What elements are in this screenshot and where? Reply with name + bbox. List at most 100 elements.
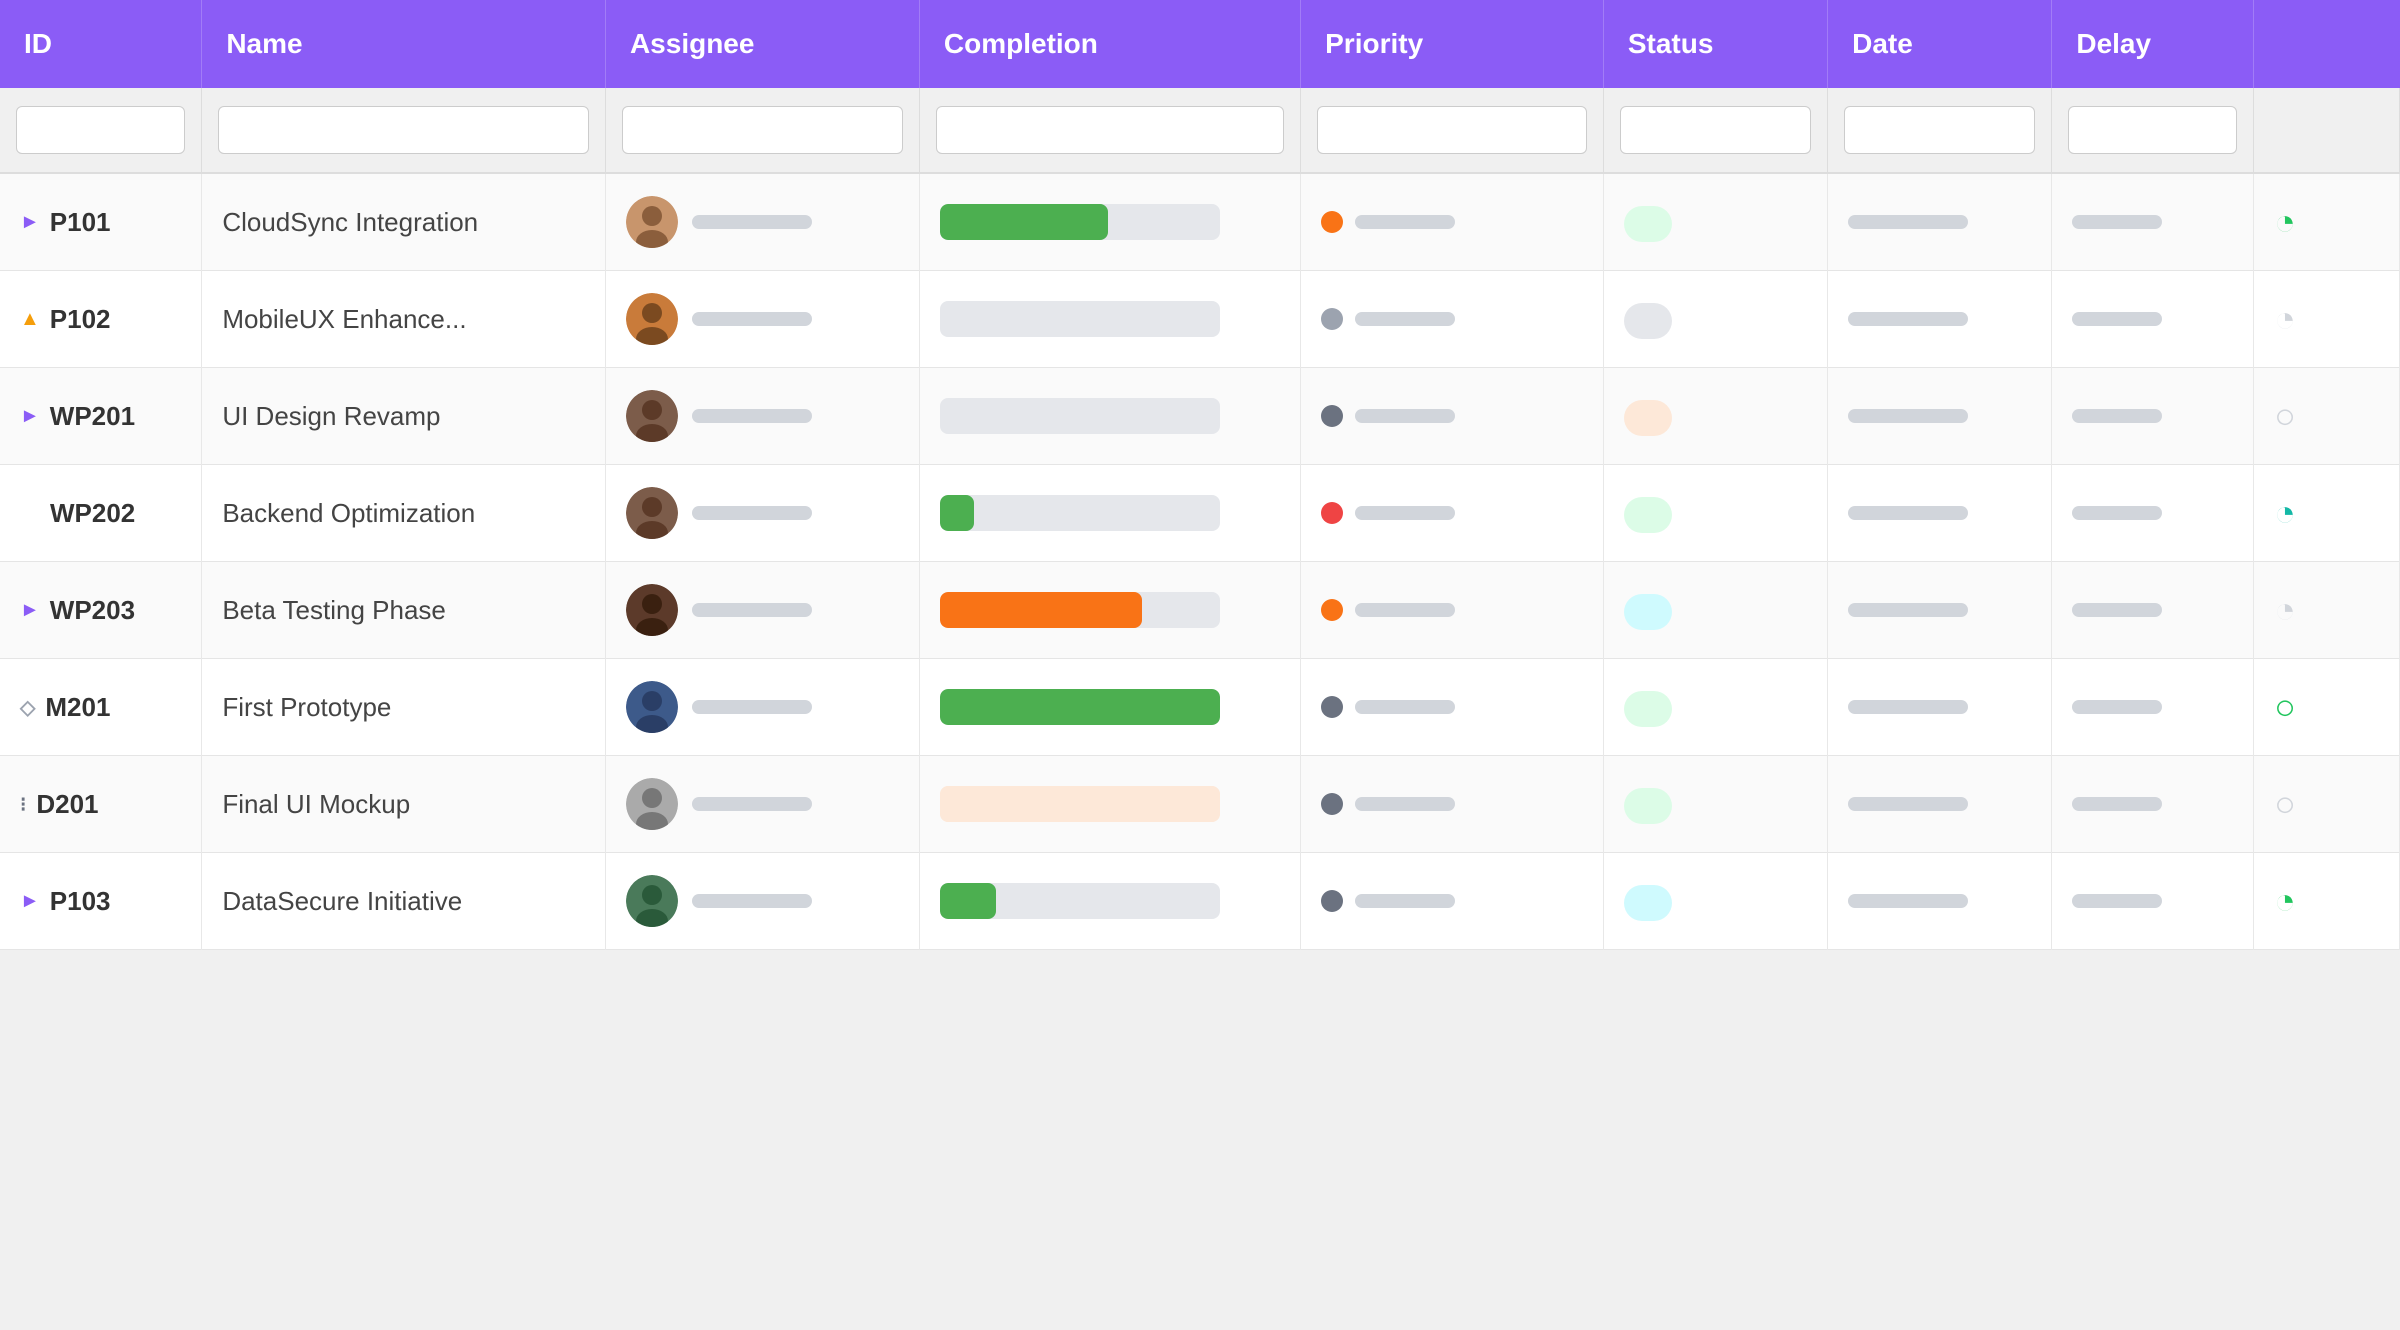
col-header-status[interactable]: Status bbox=[1603, 0, 1827, 88]
row-name: First Prototype bbox=[222, 692, 391, 722]
action-cell[interactable]: ◔ bbox=[2254, 271, 2400, 368]
filter-priority[interactable] bbox=[1317, 106, 1587, 154]
filter-date[interactable] bbox=[1844, 106, 2035, 154]
assignee-cell bbox=[605, 271, 919, 368]
warning-icon: ▲ bbox=[20, 308, 40, 331]
priority-cell bbox=[1301, 659, 1604, 756]
assignee-name-bar bbox=[692, 312, 812, 326]
date-bar bbox=[1848, 215, 1968, 229]
row-id: WP202 bbox=[50, 498, 135, 529]
filter-status[interactable] bbox=[1620, 106, 1811, 154]
assignee-name-bar bbox=[692, 894, 812, 908]
action-icon[interactable]: ◔ bbox=[2274, 880, 2296, 921]
main-table-wrapper: ID Name Assignee Completion Priority Sta… bbox=[0, 0, 2400, 950]
avatar bbox=[626, 584, 678, 636]
action-icon[interactable]: ◔ bbox=[2274, 201, 2296, 242]
status-badge bbox=[1624, 206, 1672, 242]
action-cell[interactable]: ◔ bbox=[2254, 173, 2400, 271]
filter-delay[interactable] bbox=[2068, 106, 2237, 154]
expand-icon: ► bbox=[20, 599, 40, 622]
id-cell-M201[interactable]: ◇ M201 bbox=[0, 659, 202, 756]
id-cell-P102[interactable]: ▲ P102 bbox=[0, 271, 202, 368]
col-header-completion[interactable]: Completion bbox=[919, 0, 1300, 88]
filter-completion[interactable] bbox=[936, 106, 1284, 154]
action-cell[interactable]: ○ bbox=[2254, 659, 2400, 756]
id-cell-P101[interactable]: ► P101 bbox=[0, 173, 202, 271]
status-badge bbox=[1624, 885, 1672, 921]
assignee-name-bar bbox=[692, 797, 812, 811]
status-badge bbox=[1624, 691, 1672, 727]
row-id: M201 bbox=[45, 692, 110, 723]
priority-dot bbox=[1321, 696, 1343, 718]
expand-icon: ► bbox=[20, 211, 40, 234]
assignee-name-bar bbox=[692, 506, 812, 520]
name-cell: Backend Optimization bbox=[202, 465, 606, 562]
col-header-assignee[interactable]: Assignee bbox=[605, 0, 919, 88]
action-cell[interactable]: ○ bbox=[2254, 368, 2400, 465]
expand-icon: ► bbox=[20, 890, 40, 913]
delay-bar bbox=[2072, 700, 2162, 714]
status-cell bbox=[1603, 465, 1827, 562]
delay-cell bbox=[2052, 465, 2254, 562]
id-cell-D201[interactable]: ⁝ D201 bbox=[0, 756, 202, 853]
action-icon[interactable]: ◔ bbox=[2274, 589, 2296, 630]
col-header-date[interactable]: Date bbox=[1828, 0, 2052, 88]
row-id: WP201 bbox=[50, 401, 135, 432]
priority-dot bbox=[1321, 890, 1343, 912]
filter-assignee[interactable] bbox=[622, 106, 903, 154]
col-header-priority[interactable]: Priority bbox=[1301, 0, 1604, 88]
date-bar bbox=[1848, 409, 1968, 423]
action-cell[interactable]: ◔ bbox=[2254, 465, 2400, 562]
col-header-name[interactable]: Name bbox=[202, 0, 606, 88]
assignee-name-bar bbox=[692, 409, 812, 423]
action-cell[interactable]: ◔ bbox=[2254, 562, 2400, 659]
priority-cell bbox=[1301, 853, 1604, 950]
row-id: P102 bbox=[50, 304, 111, 335]
completion-bar-bg bbox=[940, 495, 1220, 531]
action-cell[interactable]: ○ bbox=[2254, 756, 2400, 853]
priority-cell bbox=[1301, 756, 1604, 853]
action-icon[interactable]: ◔ bbox=[2274, 492, 2296, 533]
completion-cell bbox=[919, 465, 1300, 562]
filter-id[interactable] bbox=[16, 106, 185, 154]
id-cell-WP201[interactable]: ► WP201 bbox=[0, 368, 202, 465]
row-name: UI Design Revamp bbox=[222, 401, 440, 431]
action-icon[interactable]: ○ bbox=[2274, 783, 2296, 824]
status-badge bbox=[1624, 303, 1672, 339]
date-cell bbox=[1828, 465, 2052, 562]
action-cell[interactable]: ◔ bbox=[2254, 853, 2400, 950]
priority-label-bar bbox=[1355, 797, 1455, 811]
date-bar bbox=[1848, 700, 1968, 714]
id-cell-WP202[interactable]: WP202 bbox=[0, 465, 202, 562]
filter-name[interactable] bbox=[218, 106, 589, 154]
name-cell: First Prototype bbox=[202, 659, 606, 756]
date-cell bbox=[1828, 173, 2052, 271]
completion-cell bbox=[919, 173, 1300, 271]
milestone-icon: ◇ bbox=[20, 695, 35, 720]
assignee-cell bbox=[605, 562, 919, 659]
name-cell: Beta Testing Phase bbox=[202, 562, 606, 659]
status-cell bbox=[1603, 562, 1827, 659]
avatar bbox=[626, 875, 678, 927]
completion-bar-bg bbox=[940, 301, 1220, 337]
completion-bar-bg bbox=[940, 592, 1220, 628]
delay-cell bbox=[2052, 659, 2254, 756]
col-header-id[interactable]: ID bbox=[0, 0, 202, 88]
expand-icon: ► bbox=[20, 405, 40, 428]
avatar bbox=[626, 293, 678, 345]
col-header-delay[interactable]: Delay bbox=[2052, 0, 2254, 88]
date-cell bbox=[1828, 756, 2052, 853]
completion-cell bbox=[919, 756, 1300, 853]
action-icon[interactable]: ○ bbox=[2274, 686, 2296, 727]
action-icon[interactable]: ○ bbox=[2274, 395, 2296, 436]
id-cell-WP203[interactable]: ► WP203 bbox=[0, 562, 202, 659]
date-bar bbox=[1848, 603, 1968, 617]
table-row: ▲ P102 MobileUX Enhance... bbox=[0, 271, 2400, 368]
assignee-cell bbox=[605, 368, 919, 465]
row-name: Beta Testing Phase bbox=[222, 595, 446, 625]
priority-dot bbox=[1321, 308, 1343, 330]
id-cell-P103[interactable]: ► P103 bbox=[0, 853, 202, 950]
action-icon[interactable]: ◔ bbox=[2274, 298, 2296, 339]
priority-dot bbox=[1321, 793, 1343, 815]
table-row: ► P103 DataSecure Initiative bbox=[0, 853, 2400, 950]
